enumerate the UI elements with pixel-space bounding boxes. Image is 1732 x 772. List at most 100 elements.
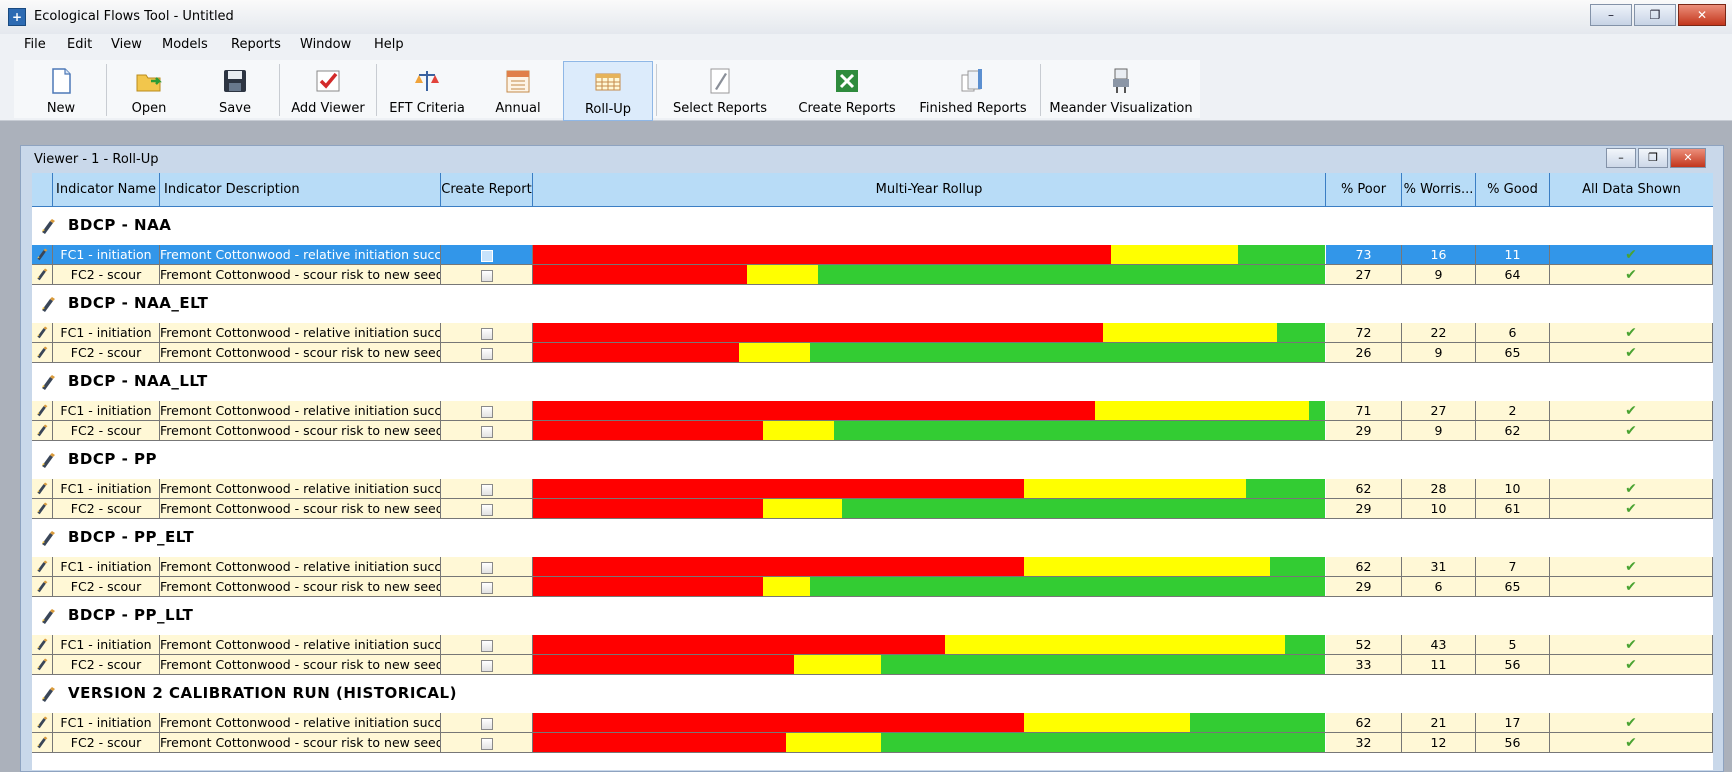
menu-window[interactable]: Window [300, 37, 351, 52]
add-viewer-button[interactable]: Add Viewer [288, 61, 368, 119]
new-button[interactable]: New [30, 61, 92, 119]
roll-up-button[interactable]: Roll-Up [563, 61, 653, 121]
table-row[interactable]: FC1 - initiation Fremont Cottonwood - rel… [32, 245, 1713, 265]
menu-view[interactable]: View [111, 37, 142, 52]
percent-worrisome: 10 [1402, 499, 1476, 519]
table-row[interactable]: FC1 - initiation Fremont Cottonwood - rel… [32, 557, 1713, 577]
header-percent-poor[interactable]: % Poor [1326, 173, 1402, 207]
create-report-checkbox[interactable] [480, 581, 493, 594]
group-header[interactable]: BDCP - NAA_LLT [32, 363, 1713, 396]
header-all-data-shown[interactable]: All Data Shown [1550, 173, 1713, 207]
table-row[interactable]: FC1 - initiation Fremont Cottonwood - rel… [32, 713, 1713, 733]
table-row[interactable]: FC2 - scour Fremont Cottonwood - scour ri… [32, 265, 1713, 285]
create-reports-button[interactable]: Create Reports [792, 61, 902, 119]
multi-year-rollup-bar [533, 401, 1326, 421]
group-header[interactable]: BDCP - PP_LLT [32, 597, 1713, 630]
table-row[interactable]: FC1 - initiation Fremont Cottonwood - rel… [32, 635, 1713, 655]
rollup-segment-worrisome [1111, 245, 1238, 264]
pen-icon [35, 657, 49, 671]
window-controls: – ❐ ✕ [1588, 4, 1726, 26]
create-report-checkbox[interactable] [480, 269, 493, 282]
row-selector[interactable] [32, 401, 53, 421]
group-header[interactable]: VERSION 2 CALIBRATION RUN (HISTORICAL) [32, 675, 1713, 708]
row-selector[interactable] [32, 479, 53, 499]
row-selector[interactable] [32, 655, 53, 675]
row-selector[interactable] [32, 733, 53, 753]
close-button[interactable]: ✕ [1678, 4, 1726, 26]
pen-icon [39, 529, 57, 547]
indicator-name: FC1 - initiation [53, 245, 160, 265]
percent-poor: 62 [1326, 479, 1402, 499]
group-header[interactable]: BDCP - NAA [32, 207, 1713, 240]
create-report-checkbox[interactable] [480, 717, 493, 730]
indicator-name: FC1 - initiation [53, 557, 160, 577]
create-report-checkbox[interactable] [480, 561, 493, 574]
create-report-checkbox[interactable] [480, 425, 493, 438]
table-row[interactable]: FC1 - initiation Fremont Cottonwood - rel… [32, 323, 1713, 343]
header-multi-year-rollup[interactable]: Multi-Year Rollup [533, 173, 1326, 207]
row-selector[interactable] [32, 635, 53, 655]
header-indicator-name[interactable]: Indicator Name [53, 173, 160, 207]
rollup-segment-good [810, 343, 1325, 362]
rollup-segment-worrisome [738, 343, 811, 362]
open-button[interactable]: Open [118, 61, 180, 119]
minimize-button[interactable]: – [1590, 4, 1632, 26]
row-selector[interactable] [32, 343, 53, 363]
header-indicator-description[interactable]: Indicator Description [160, 173, 441, 207]
rollup-grid-icon [595, 73, 621, 91]
menu-reports[interactable]: Reports [231, 37, 281, 52]
row-selector[interactable] [32, 265, 53, 285]
row-selector[interactable] [32, 245, 53, 265]
menu-edit[interactable]: Edit [67, 37, 92, 52]
header-percent-good[interactable]: % Good [1476, 173, 1550, 207]
open-label: Open [131, 101, 167, 116]
create-report-checkbox[interactable] [480, 327, 493, 340]
table-row[interactable]: FC2 - scour Fremont Cottonwood - scour ri… [32, 499, 1713, 519]
create-report-checkbox[interactable] [480, 347, 493, 360]
viewer-close-button[interactable]: ✕ [1670, 148, 1706, 168]
meander-visualization-button[interactable]: Meander Visualization [1048, 61, 1194, 119]
row-selector[interactable] [32, 421, 53, 441]
table-row[interactable]: FC2 - scour Fremont Cottonwood - scour ri… [32, 655, 1713, 675]
row-selector[interactable] [32, 499, 53, 519]
pen-icon [35, 267, 49, 281]
create-report-checkbox[interactable] [480, 639, 493, 652]
row-selector[interactable] [32, 323, 53, 343]
create-report-checkbox[interactable] [480, 405, 493, 418]
table-row[interactable]: FC2 - scour Fremont Cottonwood - scour ri… [32, 733, 1713, 753]
row-selector[interactable] [32, 577, 53, 597]
table-row[interactable]: FC2 - scour Fremont Cottonwood - scour ri… [32, 421, 1713, 441]
table-row[interactable]: FC2 - scour Fremont Cottonwood - scour ri… [32, 577, 1713, 597]
header-create-report[interactable]: Create Report [441, 173, 533, 207]
row-selector[interactable] [32, 713, 53, 733]
row-selector[interactable] [32, 557, 53, 577]
menu-file[interactable]: File [24, 37, 46, 52]
create-report-checkbox[interactable] [480, 659, 493, 672]
table-row[interactable]: FC2 - scour Fremont Cottonwood - scour ri… [32, 343, 1713, 363]
group-header[interactable]: BDCP - PP [32, 441, 1713, 474]
table-row[interactable]: FC1 - initiation Fremont Cottonwood - rel… [32, 479, 1713, 499]
percent-good: 56 [1476, 655, 1550, 675]
save-button[interactable]: Save [204, 61, 266, 119]
group-header[interactable]: BDCP - PP_ELT [32, 519, 1713, 552]
select-reports-button[interactable]: Select Reports [668, 61, 772, 119]
create-report-checkbox[interactable] [480, 503, 493, 516]
finished-reports-button[interactable]: Finished Reports [918, 61, 1028, 119]
multi-year-rollup-bar [533, 245, 1326, 265]
create-report-checkbox[interactable] [480, 737, 493, 750]
header-percent-worrisome[interactable]: % Worris... [1402, 173, 1476, 207]
annual-button[interactable]: Annual [486, 61, 550, 119]
eft-criteria-button[interactable]: EFT Criteria [384, 61, 470, 119]
viewer-minimize-button[interactable]: – [1606, 148, 1636, 168]
table-row[interactable]: FC1 - initiation Fremont Cottonwood - rel… [32, 401, 1713, 421]
percent-worrisome: 12 [1402, 733, 1476, 753]
create-report-checkbox[interactable] [480, 249, 493, 262]
pen-icon [35, 325, 49, 339]
group-header[interactable]: BDCP - NAA_ELT [32, 285, 1713, 318]
menu-help[interactable]: Help [374, 37, 404, 52]
all-data-shown: ✔ [1550, 713, 1713, 733]
create-report-checkbox[interactable] [480, 483, 493, 496]
maximize-button[interactable]: ❐ [1634, 4, 1676, 26]
viewer-restore-button[interactable]: ❐ [1638, 148, 1668, 168]
menu-models[interactable]: Models [162, 37, 208, 52]
